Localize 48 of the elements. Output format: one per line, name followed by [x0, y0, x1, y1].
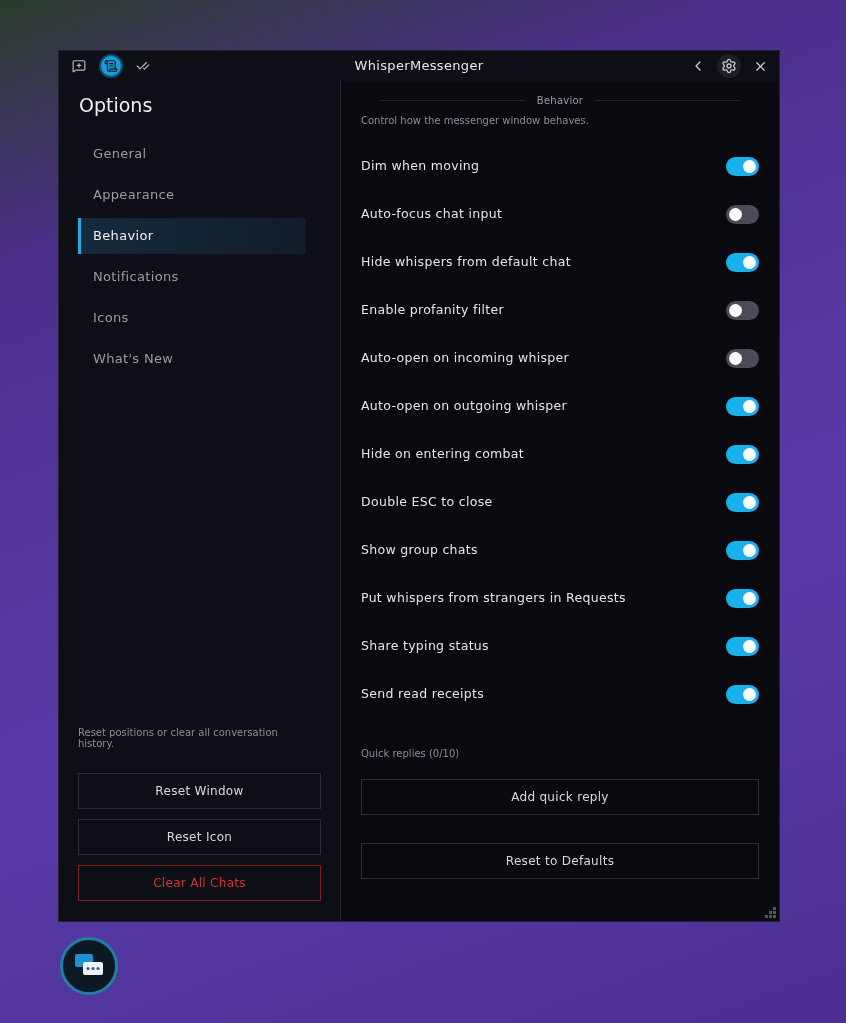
sidebar-item[interactable]: General [78, 135, 306, 172]
setting-label: Auto-open on outgoing whisper [361, 396, 568, 415]
settings-icon [721, 58, 737, 74]
toggle-switch[interactable] [726, 300, 759, 320]
double-check-icon [136, 59, 150, 73]
toggle-switch[interactable] [726, 588, 759, 608]
toggle-switch[interactable] [726, 636, 759, 656]
setting-label: Hide whispers from default chat [361, 252, 571, 271]
setting-label: Send read receipts [361, 684, 485, 703]
setting-label: Put whispers from strangers in Requests [361, 588, 626, 607]
sidebar-title: Options [78, 93, 154, 118]
section-description: Control how the messenger window behaves. [361, 114, 590, 128]
setting-label: Show group chats [361, 540, 478, 559]
toggle-switch[interactable] [726, 396, 759, 416]
toggle-switch[interactable] [726, 204, 759, 224]
scroll-icon [104, 59, 118, 73]
add-quick-reply-button[interactable]: Add quick reply [361, 779, 759, 815]
setting-label: Dim when moving [361, 156, 480, 175]
reset-button[interactable]: Reset Window [78, 773, 321, 809]
settings-button[interactable] [717, 54, 741, 78]
setting-label: Auto-focus chat input [361, 204, 503, 223]
sidebar-item[interactable]: Notifications [78, 258, 306, 295]
toggle-switch[interactable] [726, 156, 759, 176]
sidebar-item[interactable]: Icons [78, 299, 306, 336]
section-heading: Behavior [536, 94, 584, 108]
setting-label: Hide on entering combat [361, 444, 525, 463]
setting-label: Enable profanity filter [361, 300, 504, 319]
setting-label: Share typing status [361, 636, 489, 655]
toggle-switch[interactable] [726, 444, 759, 464]
toggle-switch[interactable] [726, 492, 759, 512]
toggle-switch[interactable] [726, 252, 759, 272]
resize-grip-icon [765, 907, 777, 919]
toggle-switch[interactable] [726, 348, 759, 368]
reset-defaults-button[interactable]: Reset to Defaults [361, 843, 759, 879]
sidebar-item[interactable]: What's New [78, 340, 306, 377]
sidebar-item[interactable]: Behavior [78, 217, 306, 254]
reset-description: Reset positions or clear all conversation history. [78, 727, 279, 749]
reset-button[interactable]: Reset Icon [78, 819, 321, 855]
toggle-switch[interactable] [726, 684, 759, 704]
toolbar-tab[interactable] [99, 54, 123, 78]
window-title: WhisperMessenger [354, 57, 484, 76]
sidebar-item[interactable]: Appearance [78, 176, 306, 213]
clear-chats-button[interactable]: Clear All Chats [78, 865, 321, 901]
setting-label: Double ESC to close [361, 492, 493, 511]
quick-replies-label: Quick replies (0/10) [361, 747, 461, 761]
setting-label: Auto-open on incoming whisper [361, 348, 570, 367]
chat-bubble-icon [72, 59, 86, 73]
toggle-switch[interactable] [726, 540, 759, 560]
